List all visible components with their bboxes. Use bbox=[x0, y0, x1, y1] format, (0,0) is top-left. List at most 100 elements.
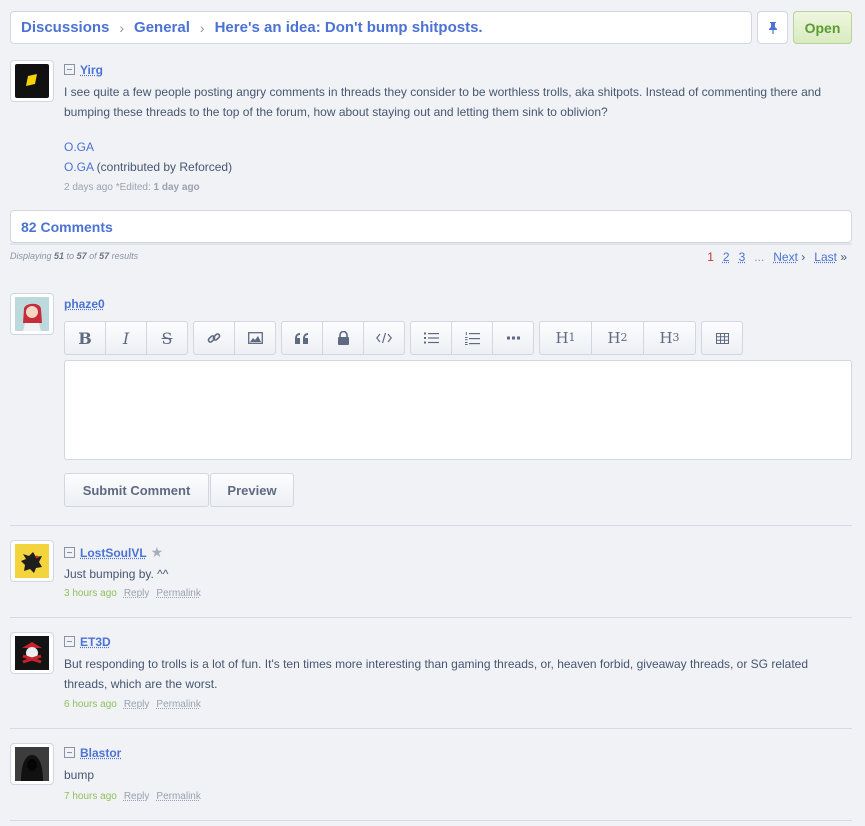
comment-body: bump bbox=[64, 768, 95, 782]
op-link-line-1: O.GA bbox=[64, 137, 94, 157]
open-button[interactable]: Open bbox=[793, 11, 852, 44]
last-page-link[interactable]: Last bbox=[814, 250, 837, 264]
avatar-image bbox=[15, 64, 49, 98]
quote-button[interactable] bbox=[281, 321, 323, 355]
reply-link[interactable]: Reply bbox=[124, 791, 150, 802]
heading-letter: H bbox=[555, 329, 569, 347]
next-page-link[interactable]: Next bbox=[773, 250, 798, 264]
breadcrumb-thread-title[interactable]: Here's an idea: Don't bump shitposts. bbox=[215, 19, 483, 36]
comment-header: ET3D bbox=[64, 635, 111, 649]
spoiler-button[interactable] bbox=[322, 321, 364, 355]
op-edited-time: 1 day ago bbox=[153, 182, 200, 193]
reply-link[interactable]: Reply bbox=[124, 588, 150, 599]
avatar[interactable] bbox=[10, 632, 54, 674]
pin-icon bbox=[768, 21, 777, 34]
username-link[interactable]: ET3D bbox=[80, 635, 111, 649]
results-suffix: results bbox=[109, 251, 139, 261]
divider bbox=[10, 243, 852, 245]
heading-letter: H bbox=[659, 329, 673, 347]
heading-3-icon: H3 bbox=[659, 329, 679, 347]
page-1[interactable]: 1 bbox=[707, 250, 714, 264]
results-summary: Displaying 51 to 57 of 57 results bbox=[10, 251, 138, 261]
divider bbox=[10, 617, 852, 618]
bullet-list-icon bbox=[423, 332, 439, 344]
table-button[interactable] bbox=[701, 321, 743, 355]
op-header: Yirg bbox=[64, 63, 103, 77]
permalink-link[interactable]: Permalink bbox=[156, 791, 200, 802]
avatar[interactable] bbox=[10, 293, 54, 335]
image-button[interactable] bbox=[234, 321, 276, 355]
avatar-image bbox=[15, 636, 49, 670]
table-icon bbox=[715, 332, 729, 344]
comments-header: 82 Comments bbox=[10, 210, 852, 243]
pin-button[interactable] bbox=[757, 11, 788, 44]
star-icon: ★ bbox=[150, 544, 164, 560]
avatar[interactable] bbox=[10, 743, 54, 785]
comment-time: 7 hours ago bbox=[64, 791, 117, 802]
username-link[interactable]: Yirg bbox=[80, 63, 103, 77]
results-of-word: of bbox=[86, 251, 100, 261]
editor-user: phaze0 bbox=[64, 297, 105, 311]
avatar[interactable] bbox=[10, 540, 54, 582]
submit-comment-button[interactable]: Submit Comment bbox=[64, 473, 209, 507]
quote-icon bbox=[295, 332, 308, 344]
heading-2-button[interactable]: H2 bbox=[591, 321, 644, 355]
divider bbox=[10, 728, 852, 729]
results-to-word: to bbox=[64, 251, 77, 261]
op-body: I see quite a few people posting angry c… bbox=[64, 85, 822, 119]
heading-number: 2 bbox=[620, 331, 628, 344]
reply-link[interactable]: Reply bbox=[124, 699, 150, 710]
breadcrumb-discussions[interactable]: Discussions bbox=[21, 19, 109, 36]
bold-button[interactable]: B bbox=[64, 321, 106, 355]
username-link[interactable]: LostSoulVL bbox=[80, 546, 147, 560]
numbered-list-icon bbox=[464, 331, 480, 345]
results-prefix: Displaying bbox=[10, 251, 55, 261]
preview-button[interactable]: Preview bbox=[210, 473, 294, 507]
username-link[interactable]: phaze0 bbox=[64, 297, 105, 311]
comment-textarea[interactable] bbox=[64, 360, 852, 460]
editor-actions: Submit Comment Preview bbox=[64, 473, 294, 507]
divider bbox=[10, 820, 852, 821]
numbered-list-button[interactable] bbox=[451, 321, 493, 355]
heading-3-button[interactable]: H3 bbox=[643, 321, 696, 355]
italic-button[interactable]: I bbox=[105, 321, 147, 355]
code-button[interactable] bbox=[363, 321, 405, 355]
link-button[interactable] bbox=[193, 321, 235, 355]
lock-icon bbox=[337, 331, 349, 345]
op-time: 2 days ago bbox=[64, 182, 113, 193]
op-link[interactable]: O.GA bbox=[64, 160, 93, 174]
username-link[interactable]: Blastor bbox=[80, 746, 121, 760]
comment-header: LostSoulVL ★ bbox=[64, 544, 163, 561]
comment-header: Blastor bbox=[64, 746, 121, 760]
comment-body: But responding to trolls is a lot of fun… bbox=[64, 657, 809, 691]
collapse-icon[interactable] bbox=[64, 747, 75, 758]
link-icon bbox=[207, 333, 221, 343]
double-chevron-right-icon: » bbox=[836, 250, 847, 264]
results-to: 57 bbox=[76, 251, 87, 261]
heading-2-icon: H2 bbox=[607, 329, 627, 347]
pagination: 1 2 3 ... Next › Last » bbox=[707, 250, 847, 264]
page-3[interactable]: 3 bbox=[739, 250, 746, 264]
heading-number: 3 bbox=[672, 331, 680, 344]
image-icon bbox=[247, 332, 263, 344]
strikethrough-button[interactable]: S bbox=[146, 321, 188, 355]
collapse-icon[interactable] bbox=[64, 547, 75, 558]
chevron-right-icon: › bbox=[199, 19, 205, 36]
collapse-icon[interactable] bbox=[64, 636, 75, 647]
heading-number: 1 bbox=[568, 331, 576, 344]
comment-time: 6 hours ago bbox=[64, 699, 117, 710]
bullet-list-button[interactable] bbox=[410, 321, 452, 355]
op-link[interactable]: O.GA bbox=[64, 140, 94, 154]
permalink-link[interactable]: Permalink bbox=[156, 699, 200, 710]
horizontal-rule-button[interactable] bbox=[492, 321, 534, 355]
divider bbox=[10, 525, 852, 526]
breadcrumb-general[interactable]: General bbox=[134, 19, 190, 36]
comment-meta: 6 hours ago Reply Permalink bbox=[64, 699, 201, 710]
heading-1-button[interactable]: H1 bbox=[539, 321, 592, 355]
avatar[interactable] bbox=[10, 60, 54, 102]
chevron-right-icon: › bbox=[119, 19, 125, 36]
permalink-link[interactable]: Permalink bbox=[156, 588, 200, 599]
results-from: 51 bbox=[54, 251, 65, 261]
collapse-icon[interactable] bbox=[64, 64, 75, 75]
page-2[interactable]: 2 bbox=[723, 250, 730, 264]
